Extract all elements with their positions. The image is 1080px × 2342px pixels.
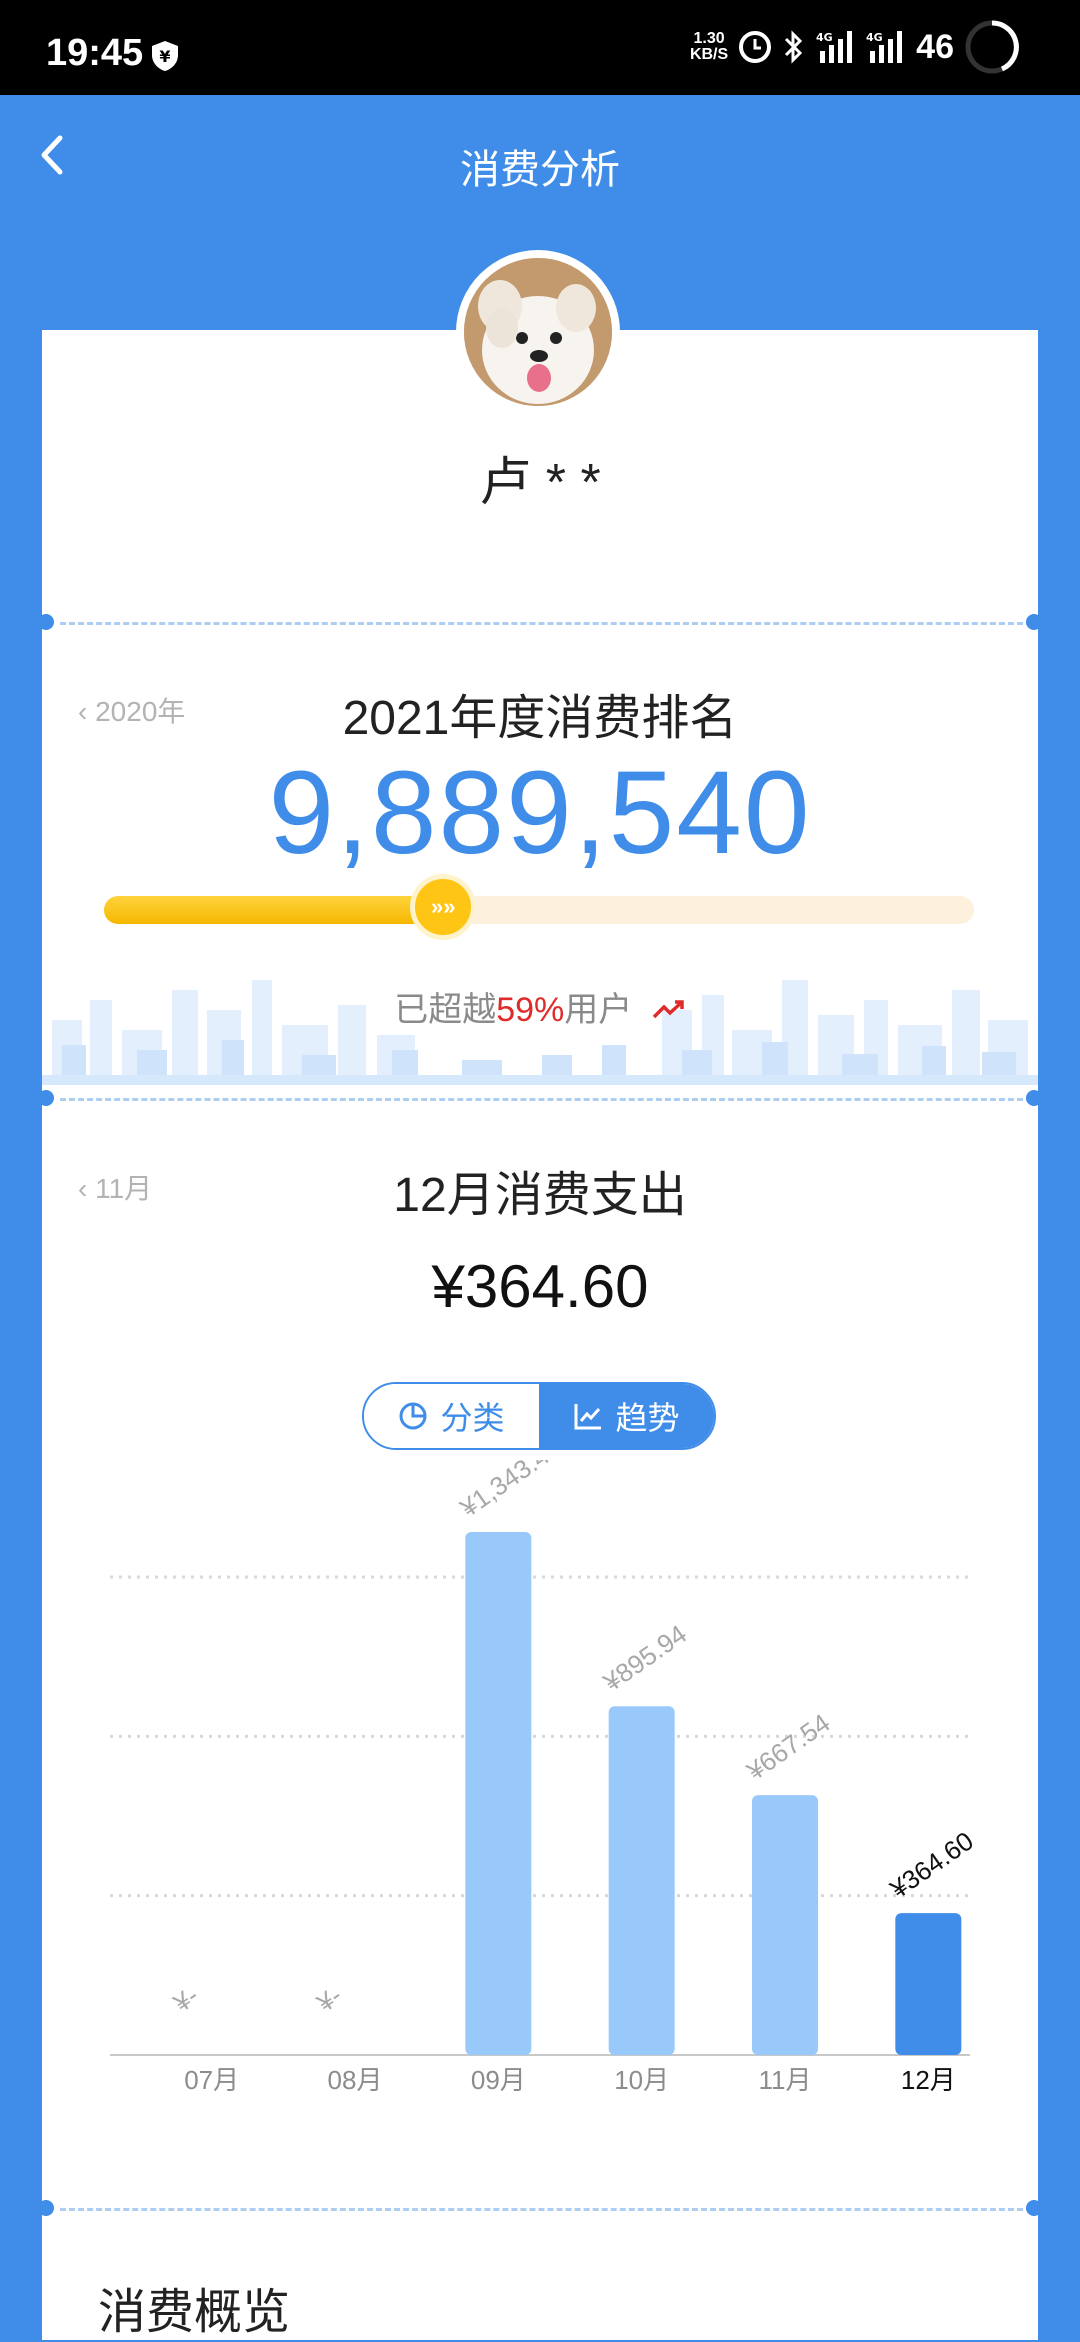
data-label: ¥895.94 — [597, 1619, 692, 1698]
alarm-icon — [739, 31, 772, 63]
signal-icon: 4G — [816, 31, 853, 63]
tab-category-label: 分类 — [440, 1400, 505, 1436]
ranking-progress-fill — [104, 896, 444, 924]
data-label: ¥1,343.42 — [454, 1460, 567, 1524]
ranking-number: 9,889,540 — [268, 747, 812, 879]
pie-chart-icon — [399, 1402, 427, 1430]
month-spend-title: 12月消费支出 — [393, 1169, 687, 1222]
tab-trend[interactable]: 趋势 — [539, 1384, 714, 1448]
data-label: ¥- — [310, 1980, 347, 2018]
month-spend-amount: ¥364.60 — [431, 1253, 649, 1320]
ranking-title: 2021年度消费排名 — [342, 692, 738, 745]
svg-text:¥: ¥ — [159, 47, 170, 66]
surpass-prefix: 已超越 — [394, 991, 497, 1029]
data-label: ¥364.60 — [884, 1825, 979, 1904]
chart-bar — [895, 1913, 962, 2055]
app-header: 消费分析 — [0, 95, 1080, 220]
svg-text:4G: 4G — [816, 31, 833, 44]
divider-dot-right — [1026, 614, 1042, 630]
divider — [60, 622, 1032, 625]
divider-dot-left — [38, 2200, 54, 2216]
x-tick-label: 08月 — [328, 2065, 383, 2095]
page-title: 消费分析 — [460, 148, 620, 192]
divider — [60, 2208, 1032, 2211]
divider-dot-left — [38, 1090, 54, 1106]
x-tick-label: 12月 — [901, 2065, 956, 2095]
trend-up-icon — [652, 1000, 684, 1019]
surpass-suffix: 用户 — [564, 991, 633, 1029]
divider-dot-left — [38, 614, 54, 630]
chart-bar — [608, 1706, 675, 2055]
dog-avatar-image — [464, 258, 612, 406]
divider-dot-right — [1026, 2200, 1042, 2216]
tab-trend-label: 趋势 — [615, 1400, 680, 1436]
status-indicators: 1.30 KB/S 4G 4G 46 — [690, 20, 1020, 74]
surpass-percent: 59% — [496, 991, 565, 1029]
avatar[interactable] — [456, 250, 620, 414]
battery-level: 46 — [916, 27, 954, 66]
divider-dot-right — [1026, 1090, 1042, 1106]
ranking-progress-bar: »» — [104, 874, 974, 940]
chart-bar — [465, 1532, 532, 2055]
divider — [60, 1098, 1032, 1101]
bluetooth-icon — [785, 30, 803, 64]
network-speed-value: 1.30 — [693, 30, 725, 47]
network-speed: 1.30 KB/S — [690, 31, 728, 63]
x-tick-label: 09月 — [471, 2065, 526, 2095]
x-tick-label: 07月 — [184, 2065, 239, 2095]
x-tick-label: 11月 — [759, 2065, 812, 2095]
data-label: ¥- — [167, 1980, 204, 2018]
line-chart-icon — [574, 1404, 602, 1430]
signal-icon-2: 4G — [866, 31, 903, 63]
yuan-shield-icon: ¥ — [152, 41, 178, 71]
data-label: ¥667.54 — [740, 1708, 835, 1787]
svg-text:4G: 4G — [866, 31, 883, 44]
spending-trend-chart: ¥- 07月 ¥- 08月 ¥1,343.42 09月 ¥895.94 10月 ¥667.54 1… — [110, 1460, 979, 2095]
overview-title: 消费概览 — [98, 2286, 291, 2339]
status-bar: 19:45 ¥ 1.30 KB/S 4G 4G 46 — [0, 0, 1080, 95]
x-tick-label: 10月 — [614, 2065, 669, 2095]
view-toggle: 分类 趋势 — [362, 1382, 716, 1450]
network-speed-unit: KB/S — [689, 46, 729, 63]
tab-category[interactable]: 分类 — [364, 1384, 539, 1448]
status-time: 19:45 — [46, 32, 144, 74]
surpass-text: 已超越59%用户 — [0, 982, 1080, 1031]
user-name: 卢 * * — [479, 454, 601, 512]
chart-bar — [752, 1795, 818, 2055]
progress-arrows-icon: »» — [410, 874, 477, 940]
battery-ring-icon — [965, 20, 1019, 74]
